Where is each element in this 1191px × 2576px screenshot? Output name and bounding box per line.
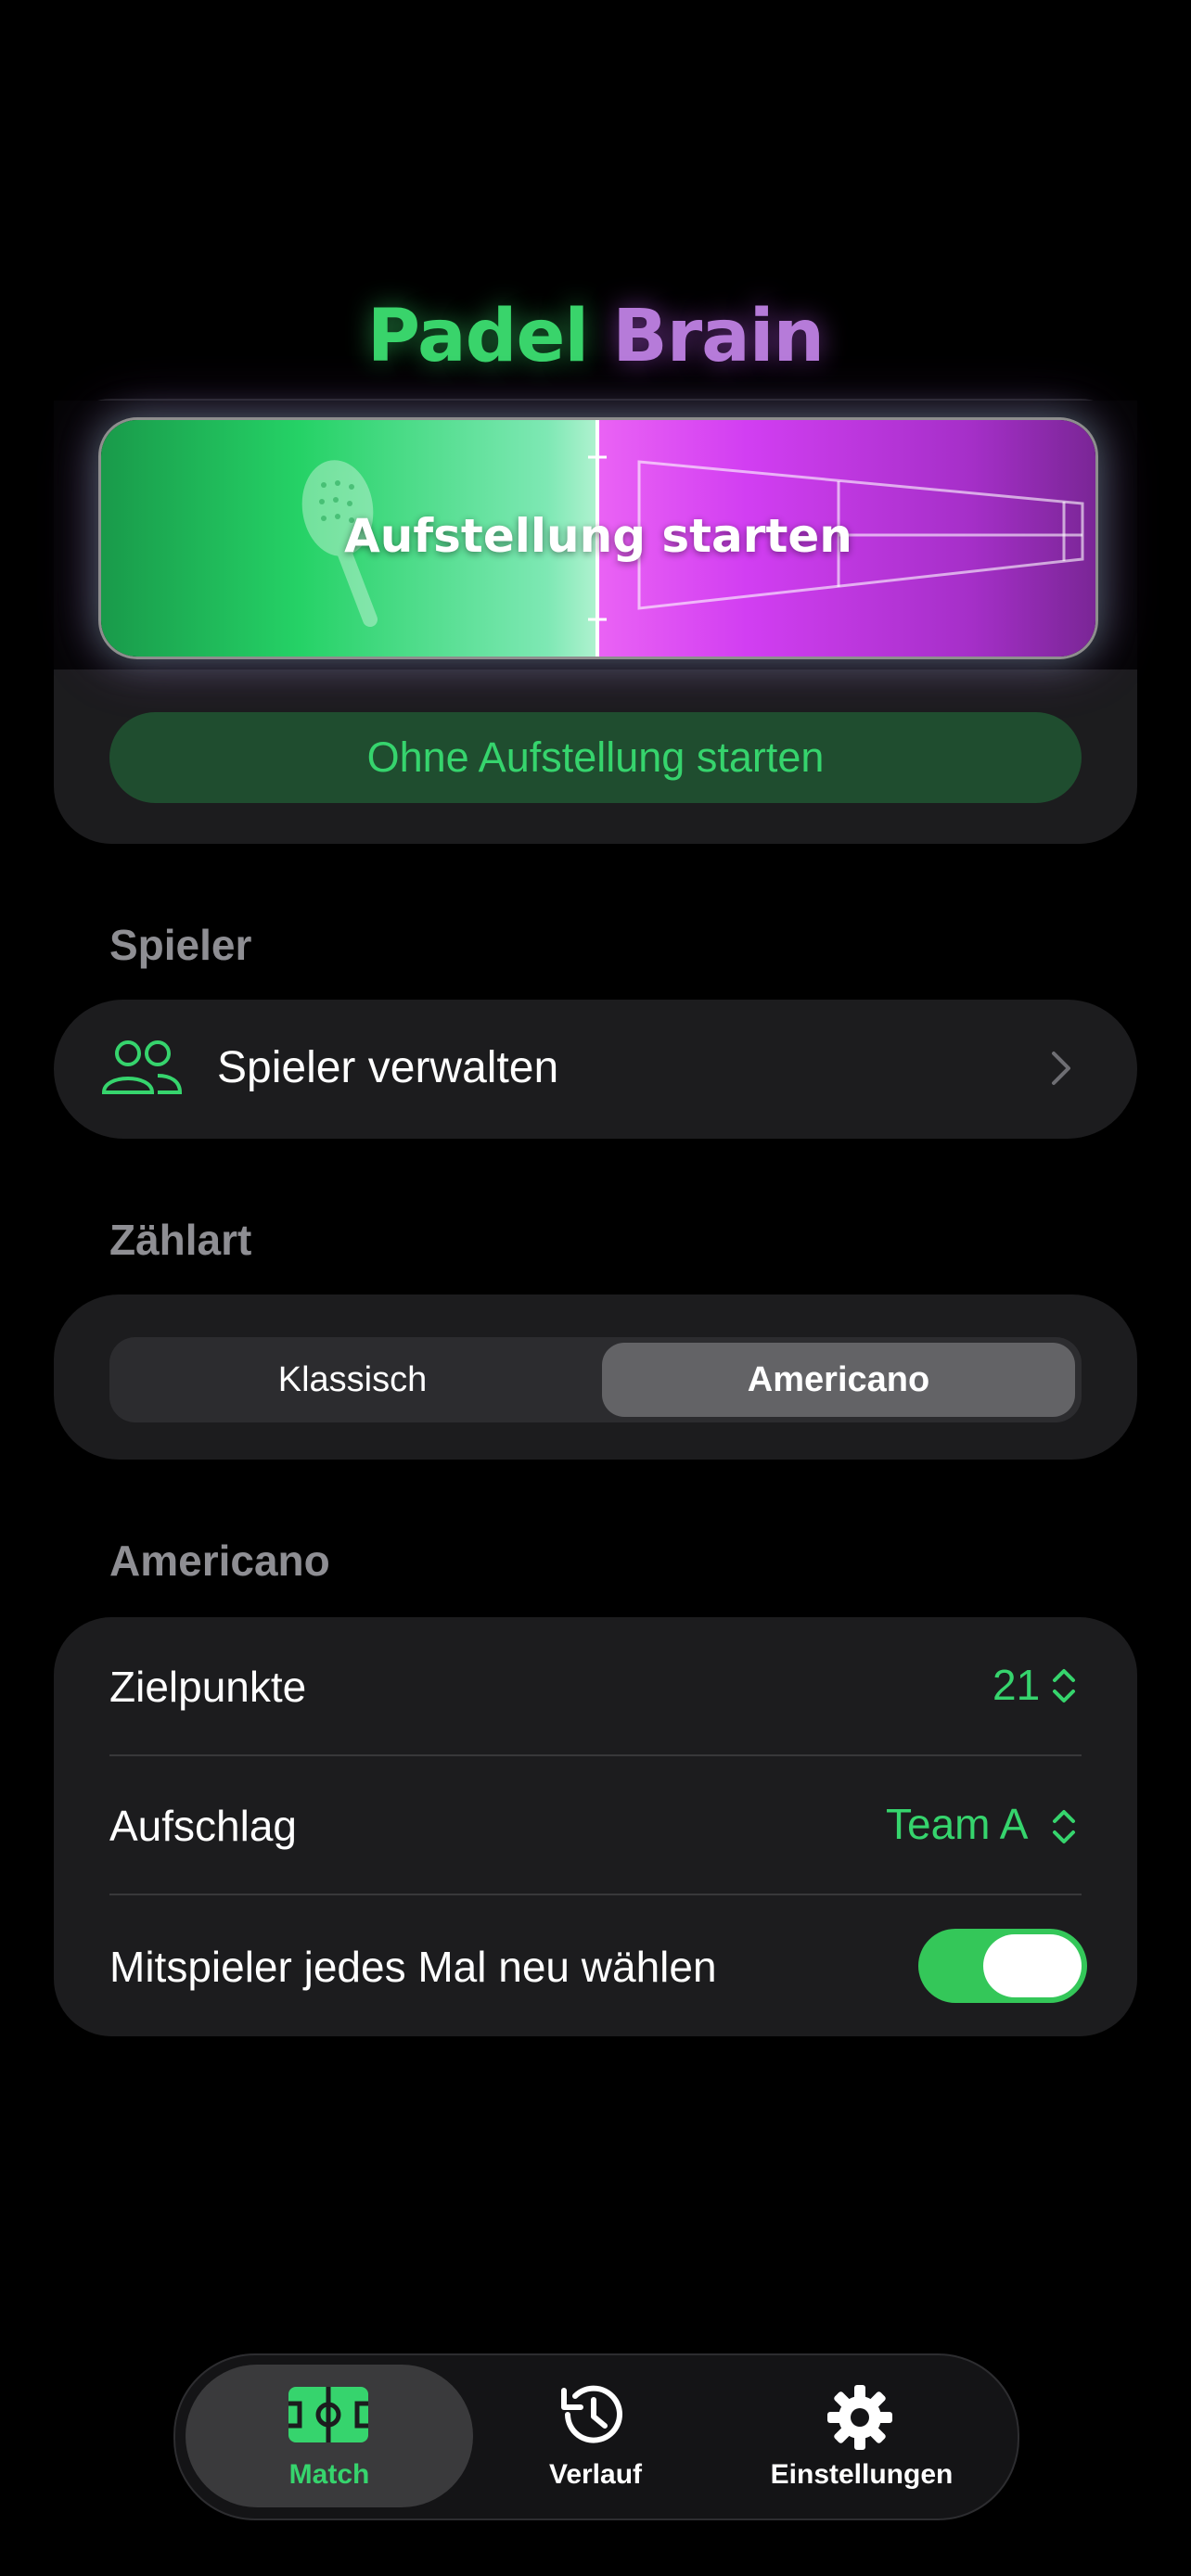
- target-points-picker[interactable]: 21: [992, 1660, 1040, 1710]
- serve-value: Team A: [886, 1800, 1029, 1848]
- history-icon[interactable]: [555, 2381, 629, 2448]
- scoring-section-title: Zählart: [109, 1216, 252, 1264]
- start-without-lineup-button[interactable]: Ohne Aufstellung starten: [109, 712, 1082, 803]
- segment-classic[interactable]: Klassisch: [109, 1337, 596, 1422]
- gear-icon[interactable]: [826, 2383, 894, 2452]
- app-title: Padel Brain: [366, 295, 825, 378]
- players-section-title: Spieler: [109, 921, 252, 969]
- scoring-segmented-control: Klassisch Americano: [109, 1337, 1082, 1422]
- americano-section-title: Americano: [109, 1537, 330, 1585]
- segment-americano[interactable]: Americano: [602, 1343, 1075, 1417]
- target-points-label: Zielpunkte: [109, 1663, 307, 1711]
- tab-history-label[interactable]: Verlauf: [456, 2459, 735, 2491]
- row-separator: [109, 1754, 1082, 1756]
- tab-settings-label[interactable]: Einstellungen: [723, 2459, 1001, 2491]
- reshuffle-toggle[interactable]: [918, 1929, 1087, 2003]
- chevron-right-icon: [1052, 1052, 1070, 1085]
- serve-picker[interactable]: Team A: [886, 1799, 1028, 1849]
- reshuffle-label: Mitspieler jedes Mal neu wählen: [109, 1943, 717, 1991]
- target-points-value: 21: [992, 1661, 1041, 1709]
- people-icon: [101, 1040, 183, 1094]
- start-lineup-label: Aufstellung starten: [344, 509, 852, 563]
- up-down-chevron-icon: [1053, 1669, 1075, 1702]
- toggle-knob: [983, 1934, 1082, 1997]
- start-lineup-button[interactable]: Aufstellung starten: [98, 417, 1098, 659]
- field-icon: [288, 2387, 368, 2442]
- serve-label: Aufschlag: [109, 1802, 298, 1850]
- tab-match-label: Match: [288, 2459, 370, 2490]
- row-separator: [109, 1894, 1082, 1895]
- up-down-chevron-icon: [1053, 1810, 1075, 1843]
- manage-players-label: Spieler verwalten: [217, 1043, 559, 1092]
